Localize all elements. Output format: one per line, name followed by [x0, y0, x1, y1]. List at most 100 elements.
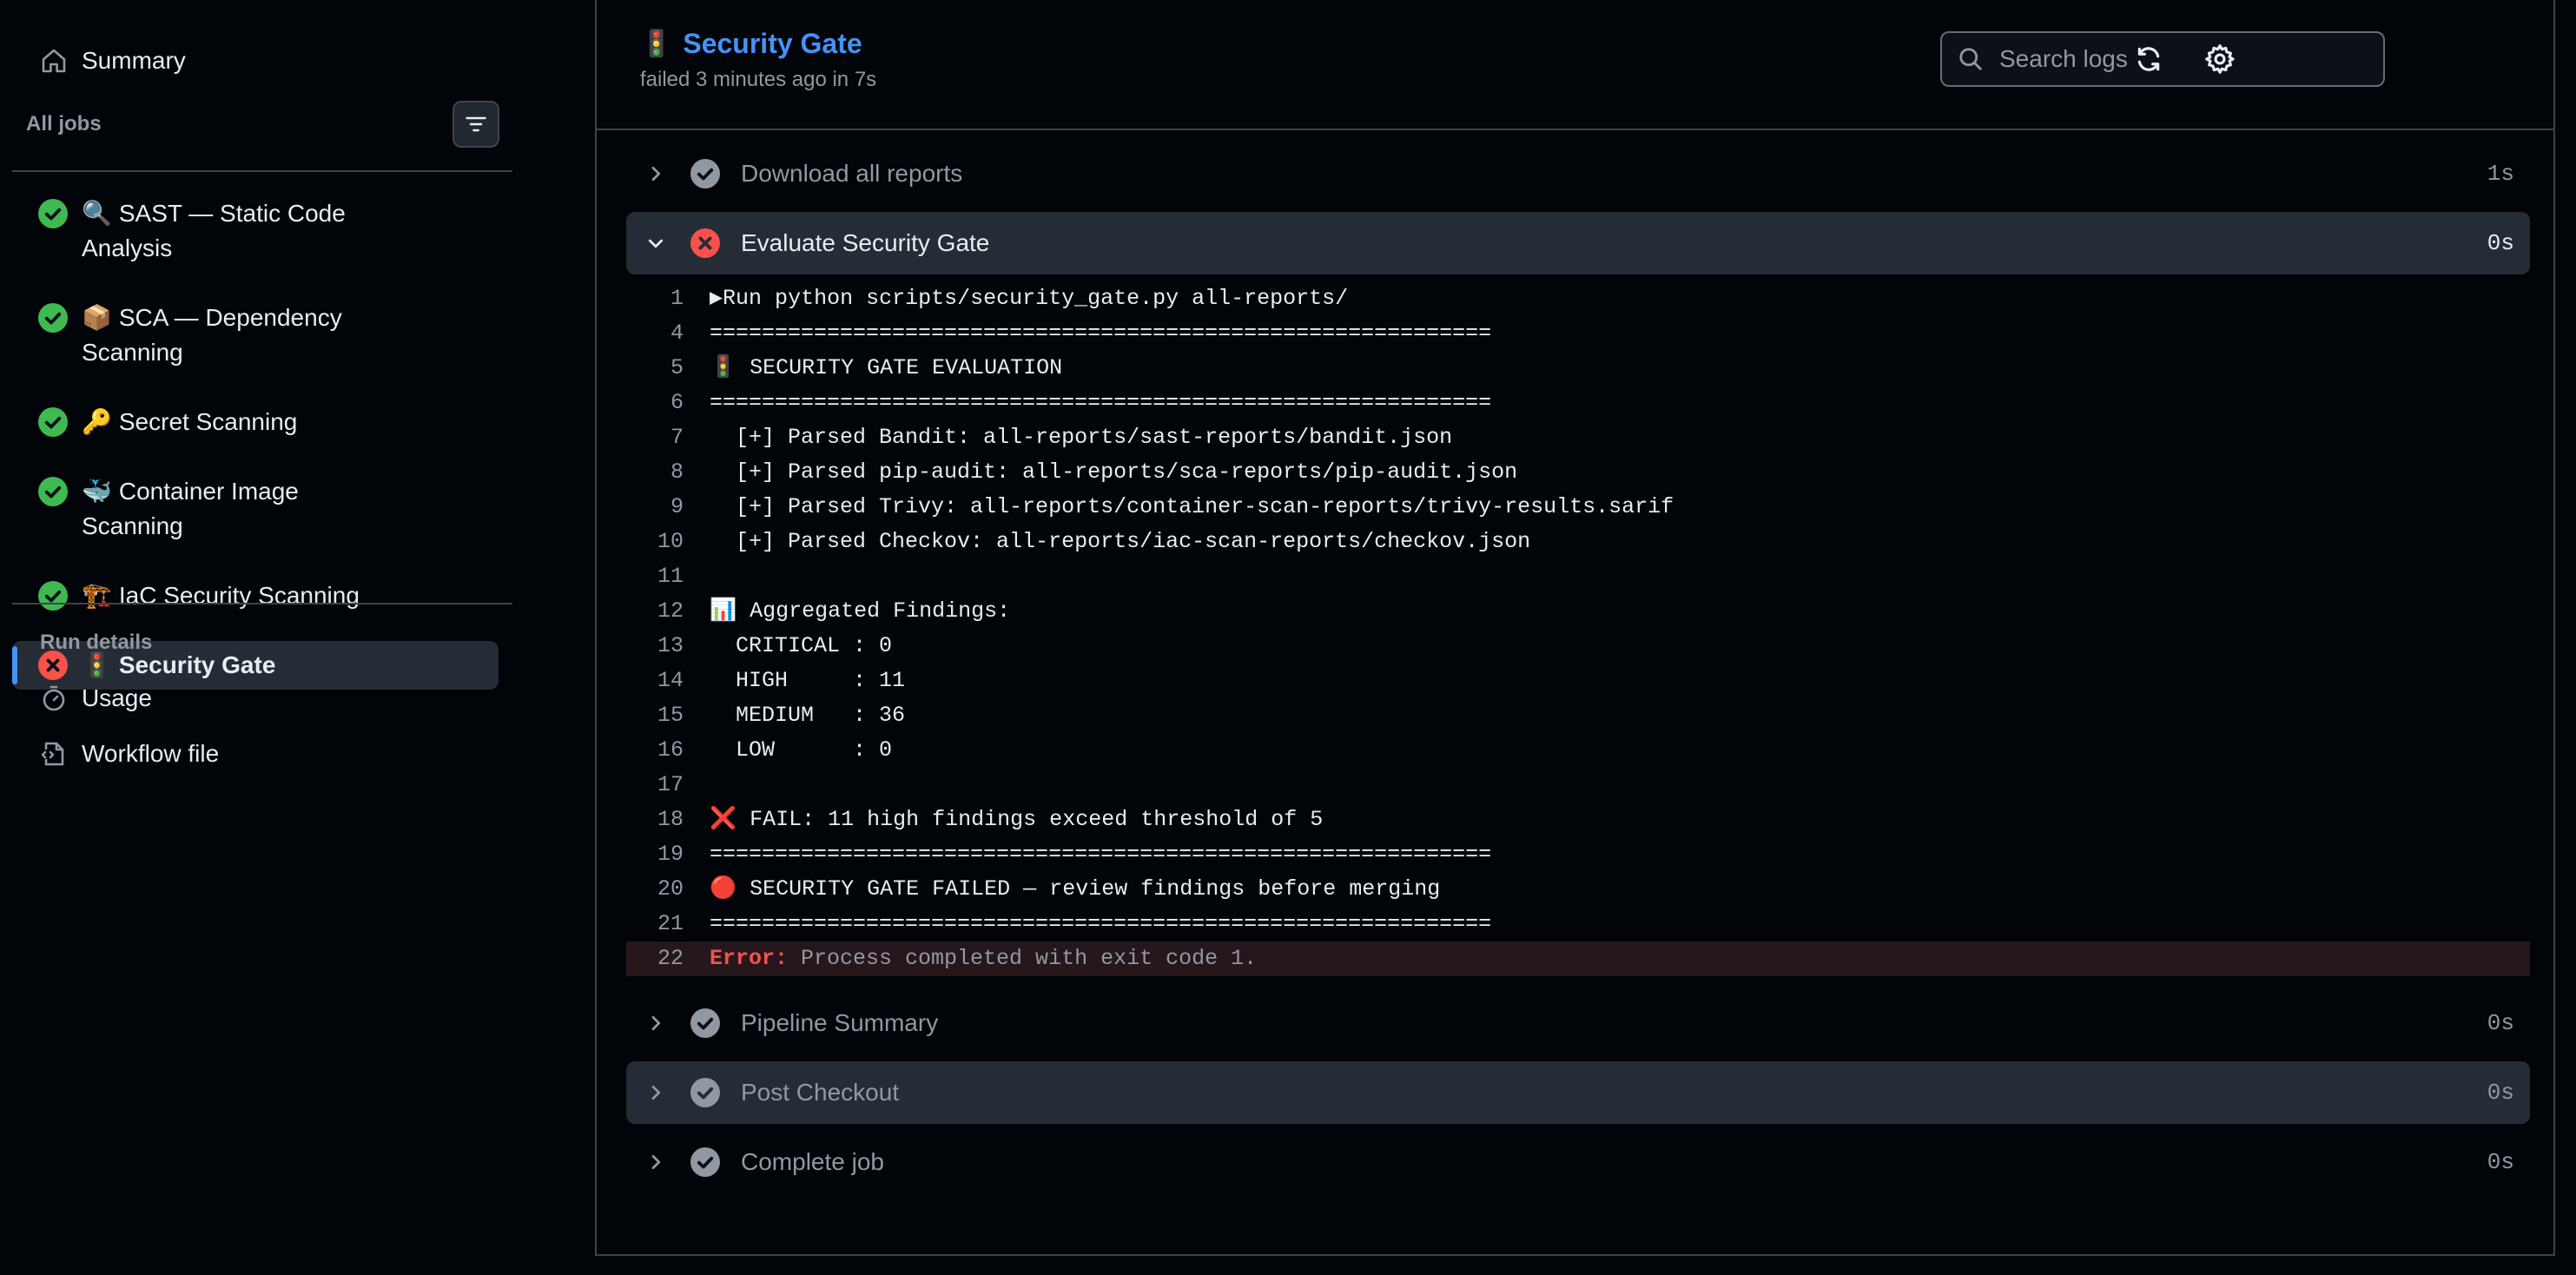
step-name: Pipeline Summary: [741, 1009, 939, 1036]
gear-icon: [2205, 44, 2235, 74]
job-item-sca[interactable]: 📦 SCA — Dependency Scanning: [12, 294, 499, 377]
log-line-number[interactable]: 14: [626, 664, 710, 698]
home-icon: [38, 45, 69, 76]
step-download-all-reports[interactable]: Download all reports 1s: [626, 142, 2530, 205]
step-duration: 0s: [2487, 230, 2514, 256]
whale-emoji-icon: 🐳: [82, 478, 112, 505]
log-line-number[interactable]: 9: [626, 490, 710, 525]
log-line-number[interactable]: 5: [626, 351, 710, 386]
log-line-text: Error: Process completed with exit code …: [710, 941, 2530, 976]
workflow-file-link[interactable]: Workflow file: [38, 738, 219, 770]
log-line: 21 ======================================…: [626, 907, 2530, 941]
job-steps: Download all reports 1s Evaluate Securit…: [626, 142, 2530, 1200]
log-line-text: ========================================…: [710, 320, 1492, 346]
divider: [12, 603, 512, 604]
step-duration: 0s: [2487, 1149, 2514, 1175]
log-line-number[interactable]: 21: [626, 907, 710, 941]
success-status-icon: [690, 1078, 720, 1107]
log-line-number[interactable]: 20: [626, 872, 710, 907]
log-line-number[interactable]: 1: [626, 281, 710, 316]
log-line-text: 🚦 SECURITY GATE EVALUATION: [710, 355, 1063, 380]
filter-jobs-button[interactable]: [452, 101, 499, 148]
summary-label: Summary: [82, 47, 186, 74]
summary-link[interactable]: Summary: [38, 45, 186, 76]
job-item-iac-scanning[interactable]: 🏗️ IaC Security Scanning: [12, 571, 499, 620]
log-line-number[interactable]: 12: [626, 594, 710, 629]
log-line-number[interactable]: 22: [626, 941, 710, 976]
job-item-sast[interactable]: 🔍 SAST — Static Code Analysis: [12, 189, 499, 273]
log-line: 12 📊 Aggregated Findings:: [626, 594, 2530, 629]
job-item-container-scanning[interactable]: 🐳 Container Image Scanning: [12, 467, 499, 551]
log-line-number[interactable]: 7: [626, 420, 710, 455]
log-line-text: ========================================…: [710, 390, 1492, 415]
log-line-text: HIGH : 11: [710, 668, 906, 693]
all-jobs-label: All jobs: [26, 112, 102, 135]
log-line-number[interactable]: 17: [626, 768, 710, 803]
refresh-button[interactable]: [2131, 42, 2166, 76]
log-line: 11: [626, 559, 2530, 594]
log-line: 15 MEDIUM : 36: [626, 698, 2530, 733]
success-status-icon: [38, 303, 68, 333]
log-line: 18 ❌ FAIL: 11 high findings exceed thresh…: [626, 803, 2530, 837]
workflow-run-page: Summary All jobs 🔍 SAST — Static Code Ana…: [0, 0, 2576, 1275]
failure-status-icon: [38, 651, 68, 680]
log-line-number[interactable]: 15: [626, 698, 710, 733]
step-name: Post Checkout: [741, 1079, 900, 1106]
step-name: Complete job: [741, 1148, 884, 1175]
job-label: Container Image Scanning: [82, 478, 299, 539]
step-evaluate-security-gate[interactable]: Evaluate Security Gate 0s: [626, 212, 2530, 274]
filter-icon: [466, 116, 486, 132]
log-line-number[interactable]: 16: [626, 733, 710, 768]
job-item-secret-scanning[interactable]: 🔑 Secret Scanning: [12, 398, 499, 446]
success-status-icon: [38, 581, 68, 611]
job-title[interactable]: Security Gate: [683, 28, 862, 60]
job-header: 🚦 Security Gate failed 3 minutes ago in …: [597, 0, 2553, 130]
usage-label: Usage: [82, 684, 152, 711]
refresh-icon: [2137, 47, 2160, 71]
log-line-number[interactable]: 19: [626, 837, 710, 872]
run-details-label: Run details: [40, 631, 153, 654]
log-line-number[interactable]: 6: [626, 386, 710, 420]
log-line-number[interactable]: 13: [626, 629, 710, 664]
chevron-right-icon: [640, 1082, 671, 1103]
traffic-light-emoji-icon: 🚦: [82, 651, 112, 678]
step-name: Download all reports: [741, 160, 963, 187]
log-line-text: MEDIUM : 36: [710, 703, 906, 728]
log-line-number[interactable]: 4: [626, 316, 710, 351]
log-line-text: ▶Run python scripts/security_gate.py all…: [710, 286, 1349, 311]
success-status-icon: [690, 1008, 720, 1038]
log-line-number[interactable]: 10: [626, 525, 710, 559]
log-line-text: [710, 559, 2530, 594]
log-line: 13 CRITICAL : 0: [626, 629, 2530, 664]
settings-button[interactable]: [2203, 42, 2237, 76]
log-line: 4 =======================================…: [626, 316, 2530, 351]
step-log-output: 1 ▶Run python scripts/security_gate.py al…: [626, 281, 2530, 976]
usage-link[interactable]: Usage: [38, 683, 152, 714]
success-status-icon: [690, 159, 720, 188]
chevron-right-icon: [640, 1152, 671, 1173]
log-line-number[interactable]: 11: [626, 559, 710, 594]
log-line: 16 LOW : 0: [626, 733, 2530, 768]
job-log-panel: 🚦 Security Gate failed 3 minutes ago in …: [595, 0, 2555, 1256]
log-line-text: ========================================…: [710, 842, 1492, 867]
job-label: SCA — Dependency Scanning: [82, 304, 342, 366]
job-label: Security Gate: [118, 651, 276, 678]
step-post-checkout[interactable]: Post Checkout 0s: [626, 1061, 2530, 1124]
step-duration: 0s: [2487, 1010, 2514, 1036]
log-line-number[interactable]: 8: [626, 455, 710, 490]
success-status-icon: [690, 1147, 720, 1177]
log-line-number[interactable]: 18: [626, 803, 710, 837]
step-duration: 1s: [2487, 161, 2514, 187]
log-line: 1 ▶Run python scripts/security_gate.py al…: [626, 281, 2530, 316]
chevron-right-icon: [640, 1013, 671, 1034]
step-name: Evaluate Security Gate: [741, 229, 990, 256]
step-pipeline-summary[interactable]: Pipeline Summary 0s: [626, 992, 2530, 1054]
step-complete-job[interactable]: Complete job 0s: [626, 1131, 2530, 1193]
step-duration: 0s: [2487, 1080, 2514, 1106]
log-line-text: [+] Parsed Checkov: all-reports/iac-scan…: [710, 529, 1531, 554]
success-status-icon: [38, 407, 68, 437]
failure-status-icon: [690, 228, 720, 258]
job-label: IaC Security Scanning: [118, 582, 360, 609]
log-line-text: [+] Parsed pip-audit: all-reports/sca-re…: [710, 459, 1518, 485]
workflow-file-label: Workflow file: [82, 740, 220, 767]
